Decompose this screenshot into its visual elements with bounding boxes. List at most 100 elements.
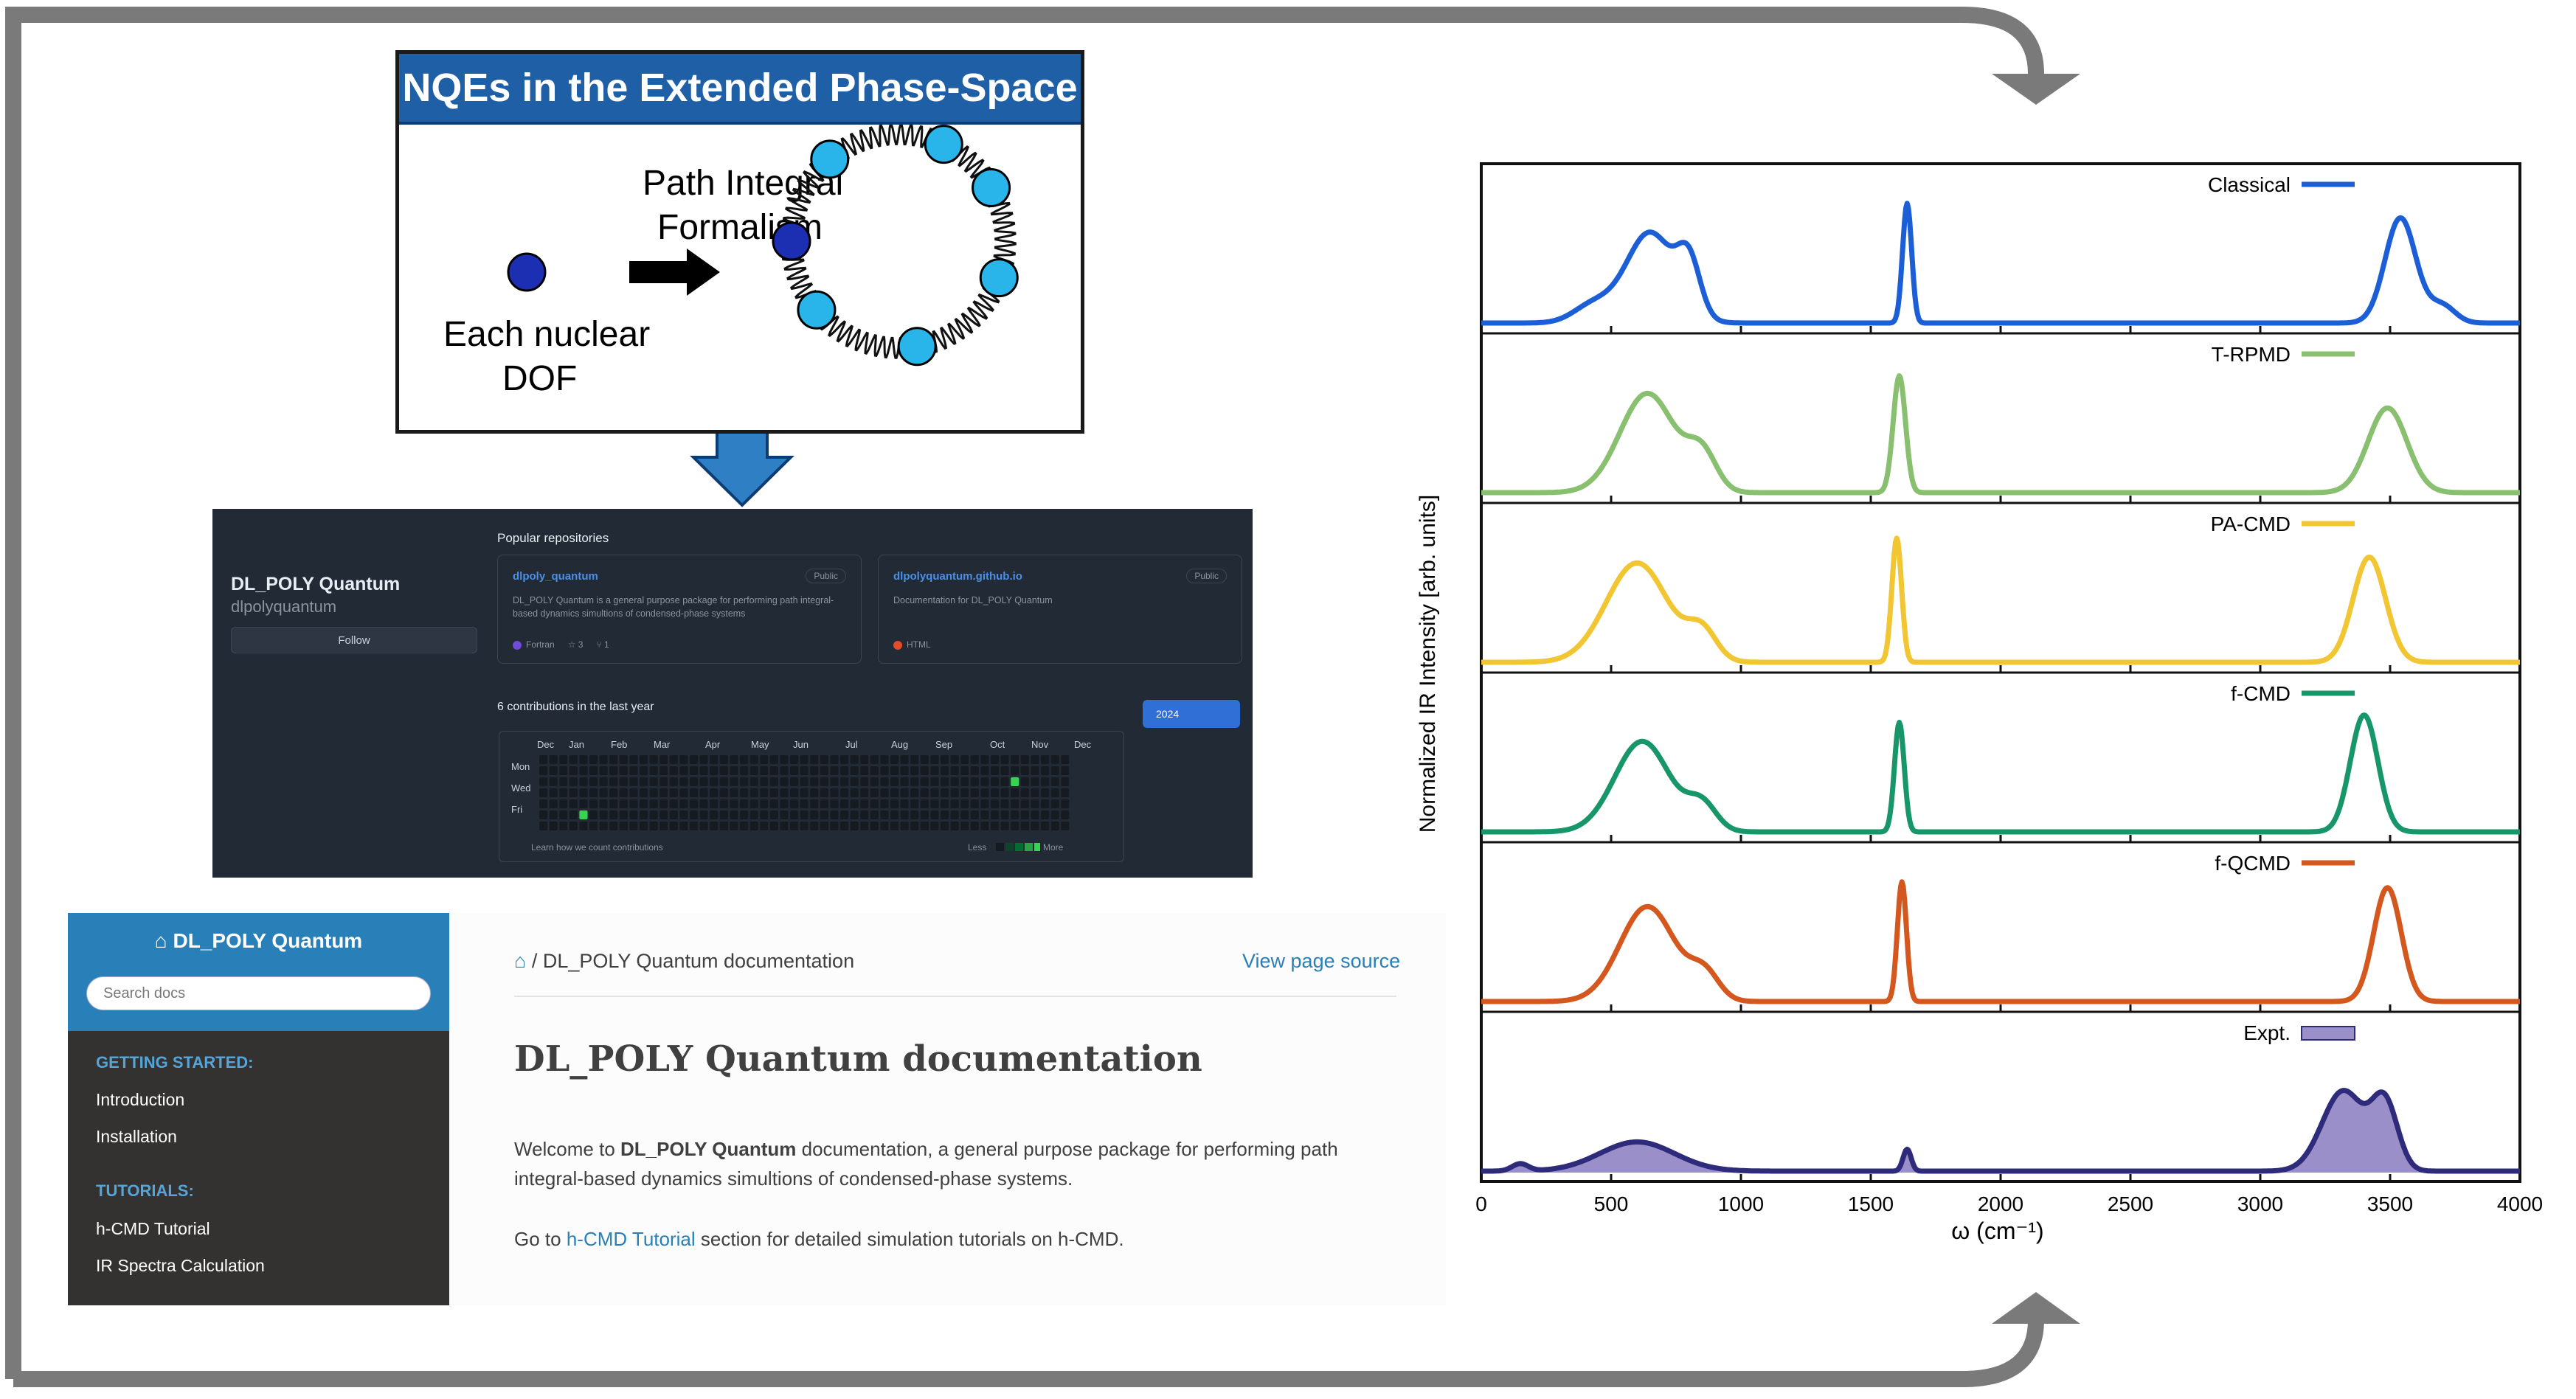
contribution-cell[interactable] <box>880 810 889 819</box>
contribution-cell[interactable] <box>820 810 828 819</box>
contribution-cell[interactable] <box>960 822 969 830</box>
contribution-cell[interactable] <box>659 810 668 819</box>
contribution-cell[interactable] <box>950 766 959 775</box>
contribution-cell[interactable] <box>760 799 769 808</box>
contribution-cell[interactable] <box>920 755 929 764</box>
contribution-cell[interactable] <box>1050 822 1059 830</box>
contribution-cell[interactable] <box>579 766 588 775</box>
contribution-cell[interactable] <box>549 766 558 775</box>
contribution-cell[interactable] <box>790 788 799 797</box>
contribution-cell[interactable] <box>719 822 728 830</box>
contribution-cell[interactable] <box>1020 755 1029 764</box>
contribution-cell[interactable] <box>970 810 979 819</box>
hcmd-tutorial-link[interactable]: h-CMD Tutorial <box>567 1228 696 1250</box>
contribution-cell[interactable] <box>699 777 708 786</box>
contribution-cell[interactable] <box>629 822 638 830</box>
contribution-cell[interactable] <box>599 788 608 797</box>
contribution-cell[interactable] <box>991 766 1000 775</box>
contribution-cell[interactable] <box>960 810 969 819</box>
contribution-cell[interactable] <box>840 822 849 830</box>
contribution-cell[interactable] <box>860 766 869 775</box>
contribution-cell[interactable] <box>980 766 989 775</box>
contribution-cell[interactable] <box>619 810 628 819</box>
contribution-cell[interactable] <box>740 822 749 830</box>
contribution-cell[interactable] <box>920 777 929 786</box>
contribution-cell[interactable] <box>569 810 578 819</box>
contribution-cell[interactable] <box>930 822 939 830</box>
contribution-cell[interactable] <box>629 755 638 764</box>
contribution-cell[interactable] <box>760 777 769 786</box>
contribution-cell[interactable] <box>1020 822 1029 830</box>
contribution-cell[interactable] <box>890 799 899 808</box>
contribution-cell[interactable] <box>1031 822 1039 830</box>
contribution-cell[interactable] <box>730 766 738 775</box>
contribution-cell[interactable] <box>559 777 568 786</box>
contribution-cell[interactable] <box>719 755 728 764</box>
contribution-cell[interactable] <box>609 766 618 775</box>
contribution-cell[interactable] <box>980 788 989 797</box>
contribution-cell[interactable] <box>769 822 778 830</box>
contribution-cell[interactable] <box>850 755 859 764</box>
contribution-cell[interactable] <box>599 822 608 830</box>
contribution-cell[interactable] <box>669 755 678 764</box>
contribution-cell[interactable] <box>970 799 979 808</box>
contribution-cell[interactable] <box>549 788 558 797</box>
contribution-cell[interactable] <box>1000 799 1009 808</box>
contribution-cell[interactable] <box>749 799 758 808</box>
contribution-cell[interactable] <box>950 799 959 808</box>
contribution-cell[interactable] <box>980 755 989 764</box>
contribution-cell[interactable] <box>960 766 969 775</box>
contribution-cell[interactable] <box>679 799 688 808</box>
contribution-cell[interactable] <box>960 788 969 797</box>
contribution-cell[interactable] <box>800 822 809 830</box>
contribution-cell[interactable] <box>780 822 789 830</box>
contribution-cell[interactable] <box>640 788 648 797</box>
contribution-cell[interactable] <box>749 766 758 775</box>
contribution-cell[interactable] <box>589 788 598 797</box>
contribution-cell[interactable] <box>710 822 719 830</box>
contribution-cell[interactable] <box>1000 810 1009 819</box>
contribution-cell[interactable] <box>669 799 678 808</box>
repo-link[interactable]: dlpolyquantum.github.io <box>893 570 1022 583</box>
contribution-cell[interactable] <box>870 788 879 797</box>
contribution-cell[interactable] <box>920 788 929 797</box>
contribution-cell[interactable] <box>669 810 678 819</box>
contribution-cell[interactable] <box>740 788 749 797</box>
contribution-cell[interactable] <box>980 822 989 830</box>
contribution-cell[interactable] <box>669 777 678 786</box>
contribution-cell[interactable] <box>820 755 828 764</box>
contribution-cell[interactable] <box>890 766 899 775</box>
contribution-cell[interactable] <box>991 799 1000 808</box>
contribution-cell[interactable] <box>719 766 728 775</box>
contribution-cell[interactable] <box>820 822 828 830</box>
contribution-cell[interactable] <box>659 777 668 786</box>
contribution-cell[interactable] <box>559 755 568 764</box>
view-source-link[interactable]: View page source <box>1242 950 1400 973</box>
contribution-cell[interactable] <box>629 799 638 808</box>
contribution-cell[interactable] <box>790 766 799 775</box>
contribution-cell[interactable] <box>941 788 949 797</box>
contribution-cell[interactable] <box>850 799 859 808</box>
contribution-cell[interactable] <box>1041 822 1050 830</box>
contribution-cell[interactable] <box>930 799 939 808</box>
contribution-cell[interactable] <box>800 766 809 775</box>
contribution-cell[interactable] <box>870 822 879 830</box>
contribution-cell[interactable] <box>569 799 578 808</box>
contribution-cell[interactable] <box>640 777 648 786</box>
contribution-cell[interactable] <box>640 755 648 764</box>
contribution-cell[interactable] <box>810 810 819 819</box>
contribution-cell[interactable] <box>780 777 789 786</box>
contribution-cell[interactable] <box>769 755 778 764</box>
contribution-cell[interactable] <box>970 822 979 830</box>
contribution-cell[interactable] <box>991 777 1000 786</box>
contribution-cell[interactable] <box>941 810 949 819</box>
contribution-cell[interactable] <box>749 810 758 819</box>
contribution-cell[interactable] <box>810 777 819 786</box>
contribution-cell[interactable] <box>569 788 578 797</box>
contribution-cell[interactable] <box>619 755 628 764</box>
contribution-cell[interactable] <box>810 755 819 764</box>
contribution-cell[interactable] <box>599 766 608 775</box>
contribution-cell[interactable] <box>690 822 699 830</box>
contribution-cell[interactable] <box>749 822 758 830</box>
contribution-cell[interactable] <box>710 799 719 808</box>
